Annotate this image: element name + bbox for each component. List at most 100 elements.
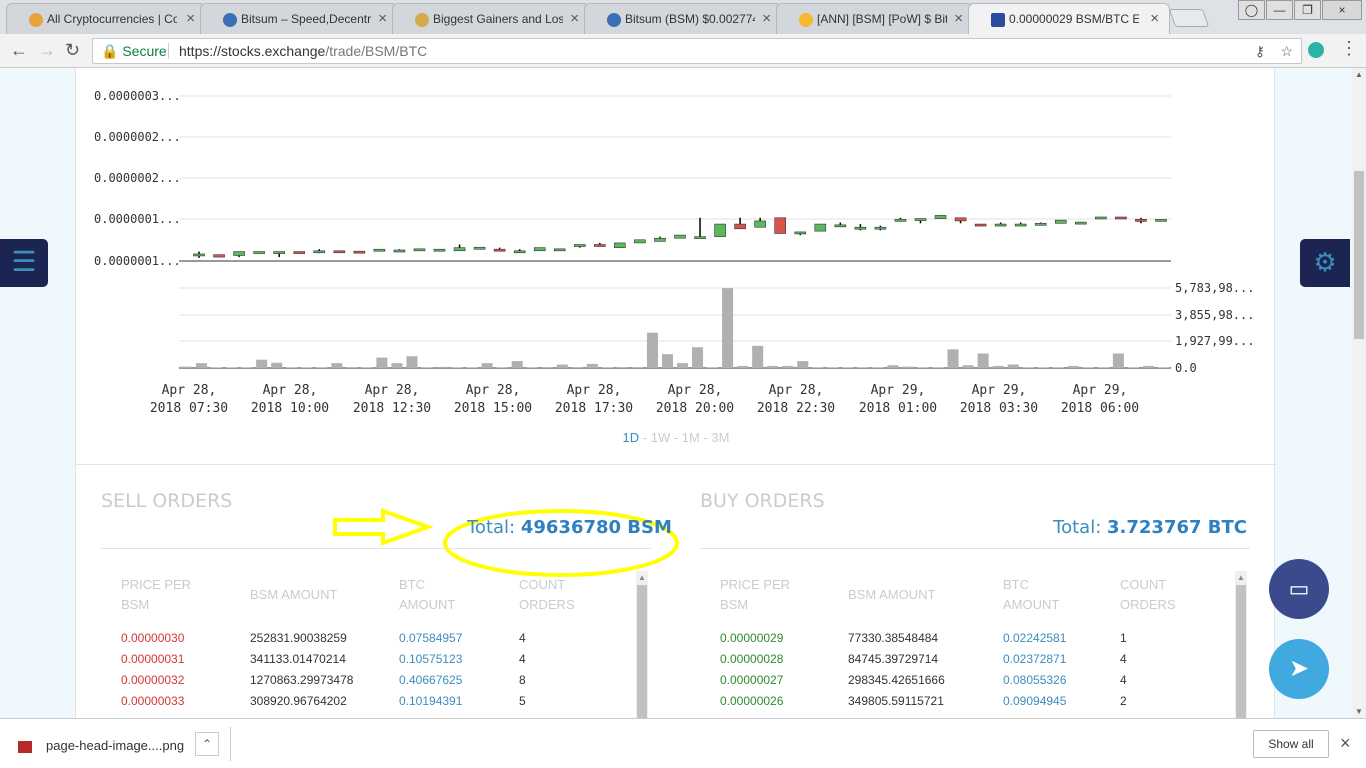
volume-bar — [316, 367, 328, 368]
settings-button[interactable]: ⚙ — [1300, 239, 1350, 287]
extension-icon[interactable] — [1308, 42, 1324, 58]
scroll-up-icon[interactable]: ▲ — [1237, 573, 1245, 582]
key-icon[interactable]: ⚷ — [1255, 39, 1265, 63]
close-icon[interactable]: × — [954, 10, 963, 27]
coin-icon — [29, 13, 43, 27]
sell-total-value: 49636780 BSM — [520, 517, 672, 538]
volume-bars — [181, 288, 1169, 368]
star-icon[interactable]: ☆ — [1280, 39, 1293, 63]
close-icon[interactable]: × — [1150, 10, 1159, 27]
chart-icon — [991, 13, 1005, 27]
tab-biggest-gainers[interactable]: Biggest Gainers and Lose × — [392, 3, 590, 34]
volume-bar — [241, 367, 253, 368]
candle-body — [834, 224, 847, 228]
window-close-button[interactable]: × — [1322, 0, 1362, 20]
close-download-bar-icon[interactable]: × — [1340, 733, 1351, 754]
order-cell: 4 — [519, 631, 526, 645]
close-icon[interactable]: × — [378, 10, 387, 27]
show-all-button[interactable]: Show all — [1253, 730, 1329, 758]
period-3m[interactable]: 3M — [711, 430, 729, 445]
col-header-line: BTC — [399, 577, 425, 592]
dollar-icon — [607, 13, 621, 27]
secure-indicator[interactable]: 🔒 Secure — [101, 39, 167, 63]
scroll-up-icon[interactable]: ▲ — [1355, 70, 1363, 79]
new-tab-button[interactable] — [1168, 9, 1210, 27]
price-tick-label: 0.0000001... — [94, 254, 181, 268]
hamburger-menu-button[interactable]: ☰ — [0, 239, 48, 287]
order-cell: 0.10194391 — [399, 694, 463, 708]
volume-bar — [1067, 365, 1079, 368]
chat-bubble-icon: ▭ — [1288, 576, 1310, 601]
candle-body — [774, 217, 787, 234]
order-cell[interactable]: 0.00000028 — [720, 652, 783, 666]
time-tick-label: 2018 06:00 — [1061, 401, 1139, 416]
tab-bitsum-price[interactable]: Bitsum (BSM) $0.002774 × — [584, 3, 782, 34]
order-cell: 5 — [519, 694, 526, 708]
close-icon[interactable]: × — [186, 10, 195, 27]
section-divider — [76, 464, 1276, 465]
candle-body — [794, 231, 807, 235]
order-cell[interactable]: 0.00000032 — [121, 673, 184, 687]
volume-bar — [481, 363, 493, 368]
chat-widget-button[interactable]: ▭ — [1269, 559, 1329, 619]
order-cell[interactable]: 0.00000031 — [121, 652, 184, 666]
period-1m[interactable]: 1M — [682, 430, 700, 445]
tab-all-cryptocurrencies[interactable]: All Cryptocurrencies | Co × — [6, 3, 206, 34]
download-options-button[interactable]: ⌃ — [195, 732, 219, 756]
volume-bar — [962, 365, 974, 368]
scroll-down-icon[interactable]: ▼ — [1355, 707, 1363, 716]
volume-tick-label: 5,783,98... — [1175, 281, 1254, 295]
sell-col-bsm-amount: BSM AMOUNT — [250, 585, 337, 605]
order-cell[interactable]: 0.00000030 — [121, 631, 184, 645]
scroll-thumb[interactable] — [637, 585, 647, 718]
tab-label: Biggest Gainers and Lose — [433, 12, 563, 26]
sell-scrollbar[interactable]: ▲ — [636, 571, 648, 718]
period-1d[interactable]: 1D — [623, 430, 640, 445]
volume-bar — [331, 363, 343, 368]
volume-bar — [812, 367, 824, 368]
volume-bar — [526, 367, 538, 368]
order-cell[interactable]: 0.00000026 — [720, 694, 783, 708]
order-cell[interactable]: 0.00000027 — [720, 673, 783, 687]
page-scroll-thumb[interactable] — [1354, 171, 1364, 339]
minimize-button[interactable]: — — [1266, 0, 1293, 20]
candle-body — [513, 250, 526, 254]
candle-body — [233, 251, 245, 256]
scroll-thumb[interactable] — [1236, 585, 1246, 718]
page-scrollbar[interactable]: ▲ ▼ — [1352, 68, 1366, 718]
candle-body — [193, 253, 205, 257]
volume-bar — [376, 357, 388, 368]
close-icon[interactable]: × — [762, 10, 771, 27]
price-chart[interactable]: 0.0000003...0.0000002...0.0000002...0.00… — [76, 68, 1276, 428]
url-omnibox[interactable]: 🔒 Secure https://stocks.exchange/trade/B… — [92, 38, 1302, 64]
volume-bar — [646, 332, 658, 368]
tab-bsm-btc-exchange[interactable]: 0.00000029 BSM/BTC Ex × — [968, 3, 1170, 34]
buy-scrollbar[interactable]: ▲ — [1235, 571, 1247, 718]
restore-button[interactable]: ❐ — [1294, 0, 1321, 20]
telegram-button[interactable]: ➤ — [1269, 639, 1329, 699]
user-icon[interactable]: ◯ — [1238, 0, 1265, 20]
forward-arrow-icon[interactable]: → — [38, 40, 56, 61]
order-cell: 8 — [519, 673, 526, 687]
close-icon[interactable]: × — [570, 10, 579, 27]
paper-plane-icon: ➤ — [1288, 655, 1310, 682]
col-header-line: BSM AMOUNT — [848, 587, 936, 602]
menu-kebab-icon[interactable]: ⋮ — [1340, 38, 1358, 59]
tab-ann-bsm[interactable]: [ANN] [BSM] [PoW] $ Bit × — [776, 3, 974, 34]
period-1w[interactable]: 1W — [651, 430, 671, 445]
browser-tab-bar: All Cryptocurrencies | Co × Bitsum – Spe… — [0, 0, 1366, 34]
tab-bitsum-speed[interactable]: Bitsum – Speed,Decentra × — [200, 3, 398, 34]
volume-bar — [692, 347, 704, 368]
order-cell[interactable]: 0.00000033 — [121, 694, 184, 708]
candle-body — [1135, 219, 1147, 222]
volume-bar — [556, 364, 568, 368]
back-arrow-icon[interactable]: ← — [10, 40, 28, 61]
volume-bar — [902, 366, 914, 368]
download-item[interactable]: page-head-image....png — [18, 738, 184, 753]
reload-icon[interactable]: ↻ — [65, 40, 80, 61]
secure-label: Secure — [122, 43, 167, 59]
volume-bar — [707, 367, 719, 368]
volume-bar — [286, 367, 298, 368]
order-cell[interactable]: 0.00000029 — [720, 631, 783, 645]
scroll-up-icon[interactable]: ▲ — [638, 573, 646, 582]
